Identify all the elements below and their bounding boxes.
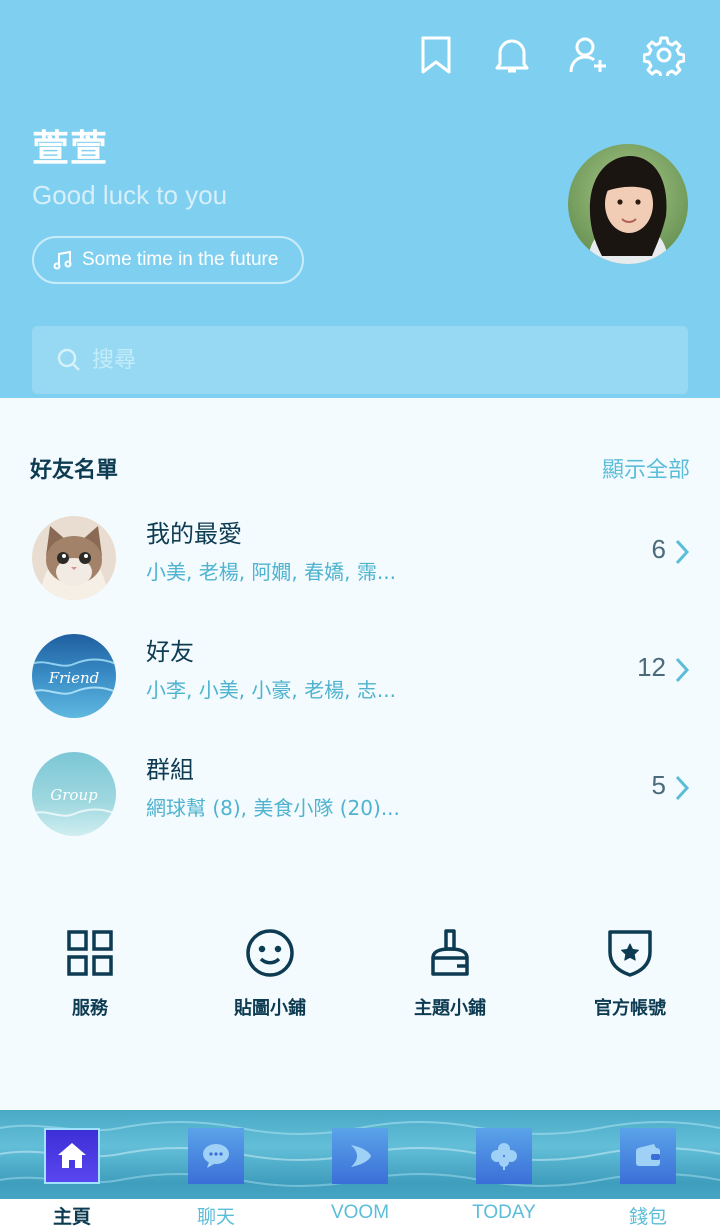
service-label: 服務 <box>72 998 108 1019</box>
nav-label: TODAY <box>472 1202 536 1223</box>
friend-list-item-friends[interactable]: Friend 好友 小李, 小美, 小豪, 老楊, 志... 12 <box>0 626 720 726</box>
bell-icon[interactable] <box>491 34 533 76</box>
nav-home[interactable]: 主頁 <box>0 1128 144 1228</box>
avatar[interactable] <box>568 144 688 264</box>
service-label: 官方帳號 <box>594 998 666 1019</box>
service-services[interactable]: 服務 <box>0 926 180 1020</box>
chat-icon <box>188 1128 244 1184</box>
nav-label: 聊天 <box>196 1207 235 1228</box>
friend-group-title: 好友 <box>146 638 194 666</box>
profile-header: 萱萱 Good luck to you Some time in the fut… <box>0 0 720 398</box>
search-icon <box>57 348 80 371</box>
friend-group-count: 6 <box>651 534 666 564</box>
nav-chat[interactable]: 聊天 <box>144 1128 288 1228</box>
grid-icon <box>67 930 113 976</box>
status-message[interactable]: Good luck to you <box>32 180 227 211</box>
home-icon <box>44 1128 100 1184</box>
profile-name[interactable]: 萱萱 <box>32 118 108 172</box>
groups-thumb-text: Group <box>50 786 98 804</box>
music-note-icon <box>53 250 72 270</box>
wallet-icon <box>620 1128 676 1184</box>
brush-icon <box>431 929 469 976</box>
favorites-thumbnail <box>32 516 116 600</box>
profile-music-button[interactable]: Some time in the future <box>32 236 305 284</box>
clover-icon <box>476 1128 532 1184</box>
gear-icon[interactable] <box>642 34 686 80</box>
nav-label: VOOM <box>330 1202 390 1223</box>
friends-thumbnail: Friend <box>32 634 116 718</box>
show-all-link[interactable]: 顯示全部 <box>602 452 690 484</box>
nav-label: 主頁 <box>52 1207 91 1228</box>
service-theme-shop[interactable]: 主題小鋪 <box>360 926 540 1020</box>
shield-star-icon <box>608 930 652 977</box>
search-bar[interactable] <box>32 326 688 394</box>
friend-group-members: 小李, 小美, 小豪, 老楊, 志... <box>146 678 396 702</box>
music-title: Some time in the future <box>82 249 279 270</box>
friend-list-item-groups[interactable]: Group 群組 網球幫 (8), 美食小隊 (20)... 5 <box>0 744 720 844</box>
groups-thumbnail: Group <box>32 752 116 836</box>
bookmark-icon[interactable] <box>415 34 457 76</box>
friends-thumb-text: Friend <box>48 669 100 687</box>
chevron-right-icon <box>675 775 690 801</box>
friend-group-count: 5 <box>651 770 666 800</box>
search-input[interactable] <box>92 347 652 373</box>
friend-list-item-favorites[interactable]: 我的最愛 小美, 老楊, 阿嫺, 春嬌, 霈... 6 <box>0 508 720 608</box>
friend-group-members: 網球幫 (8), 美食小隊 (20)... <box>146 796 400 820</box>
service-label: 貼圖小鋪 <box>234 998 306 1019</box>
friends-section-title: 好友名單 <box>30 458 119 483</box>
smiley-icon <box>246 929 294 977</box>
nav-voom[interactable]: VOOM <box>288 1128 432 1223</box>
service-official-accounts[interactable]: 官方帳號 <box>540 926 720 1020</box>
friend-group-count: 12 <box>637 652 666 682</box>
nav-wallet[interactable]: 錢包 <box>576 1128 720 1228</box>
nav-label: 錢包 <box>628 1207 667 1228</box>
friend-group-title: 我的最愛 <box>146 520 242 548</box>
add-friend-icon[interactable] <box>568 34 610 76</box>
chevron-right-icon <box>675 657 690 683</box>
voom-icon <box>332 1128 388 1184</box>
service-label: 主題小鋪 <box>414 998 486 1019</box>
friend-group-title: 群組 <box>146 756 194 784</box>
friend-group-members: 小美, 老楊, 阿嫺, 春嬌, 霈... <box>146 560 396 584</box>
nav-today[interactable]: TODAY <box>432 1128 576 1223</box>
service-sticker-shop[interactable]: 貼圖小鋪 <box>180 926 360 1020</box>
chevron-right-icon <box>675 539 690 565</box>
